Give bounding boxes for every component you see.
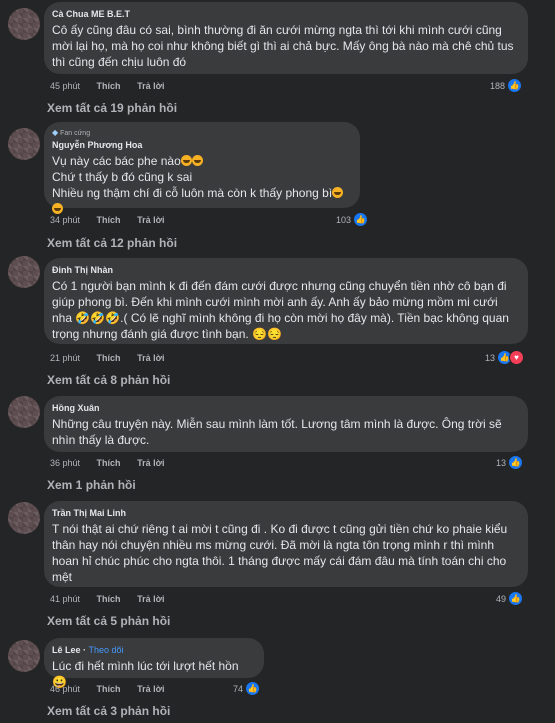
- comment-time[interactable]: 45 phút: [50, 81, 80, 91]
- comment-time[interactable]: 21 phút: [50, 353, 80, 363]
- view-replies-link[interactable]: Xem tất cả 8 phản hồi: [47, 372, 170, 388]
- laughing-emoji-icon: [332, 187, 344, 198]
- laughing-emoji-icon: [52, 203, 63, 214]
- like-button[interactable]: Thích: [97, 215, 121, 225]
- like-reaction-icon: 👍: [353, 212, 369, 227]
- comment-meta: 46 phút Thích Trả lời: [50, 683, 178, 695]
- like-button[interactable]: Thích: [97, 81, 121, 91]
- commenter-name[interactable]: Hồng Xuân: [52, 402, 516, 414]
- reply-button[interactable]: Trả lời: [137, 215, 164, 225]
- comment-meta: 21 phút Thích Trả lời: [50, 352, 178, 364]
- comment-text: Những câu truyện này. Miễn sau mình làm …: [52, 417, 502, 447]
- commenter-name[interactable]: Trần Thị Mai Linh: [52, 507, 516, 519]
- comment-bubble: Hồng Xuân Những câu truyện này. Miễn sau…: [44, 396, 528, 452]
- comment-time[interactable]: 41 phút: [50, 594, 80, 604]
- comment-time[interactable]: 34 phút: [50, 215, 80, 225]
- reaction-count[interactable]: 13 👍 ♥: [485, 350, 525, 365]
- reply-button[interactable]: Trả lời: [137, 353, 164, 363]
- reply-button[interactable]: Trả lời: [137, 81, 164, 91]
- reaction-count[interactable]: 13 👍: [496, 455, 524, 470]
- comment-meta: 36 phút Thích Trả lời: [50, 457, 178, 469]
- comment-meta: 41 phút Thích Trả lời: [50, 593, 178, 605]
- comment-bubble: Cà Chua ME B.E.T Cô ấy cũng đâu có sai, …: [44, 2, 528, 74]
- diamond-icon: ◆: [52, 128, 59, 137]
- avatar[interactable]: [8, 640, 40, 672]
- comment-meta: 45 phút Thích Trả lời: [50, 80, 178, 92]
- fan-badge: ◆ Fan cứng: [52, 128, 91, 137]
- commenter-name[interactable]: Đinh Thị Nhàn: [52, 264, 516, 276]
- comment-text: T nói thật ai chứ riêng t ai mời t cũng …: [52, 522, 508, 584]
- view-replies-link[interactable]: Xem tất cả 19 phản hồi: [47, 100, 177, 116]
- avatar[interactable]: [8, 256, 40, 288]
- reaction-count[interactable]: 74 👍: [233, 681, 261, 696]
- comment-bubble: ◆ Fan cứng Nguyễn Phương Hoa Vụ này các …: [44, 122, 360, 214]
- comment-text: Vụ này các bác phe nào Chứ t thấy b đó c…: [52, 153, 348, 217]
- comment-time[interactable]: 46 phút: [50, 684, 80, 694]
- like-reaction-icon: 👍: [508, 591, 524, 606]
- reaction-count[interactable]: 103 👍: [336, 212, 369, 227]
- comment-bubble: Lê Lee · Theo dõi Lúc đi hết mình lúc tớ…: [44, 638, 264, 689]
- view-replies-link[interactable]: Xem tất cả 3 phản hồi: [47, 703, 170, 719]
- like-button[interactable]: Thích: [97, 353, 121, 363]
- like-reaction-icon: 👍: [507, 78, 523, 93]
- comment-text: Có 1 người bạn mình k đi đến đám cưới đư…: [52, 279, 509, 341]
- commenter-name: Lê Lee · Theo dõi: [52, 645, 124, 655]
- reply-button[interactable]: Trả lời: [137, 594, 164, 604]
- avatar[interactable]: [8, 502, 40, 534]
- reaction-count[interactable]: 188 👍: [490, 78, 523, 93]
- avatar[interactable]: [8, 128, 40, 160]
- comment-text: Cô ấy cũng đâu có sai, bình thường đi ăn…: [52, 23, 514, 69]
- like-reaction-icon: 👍: [245, 681, 261, 696]
- comment-bubble: Đinh Thị Nhàn Có 1 người bạn mình k đi đ…: [44, 258, 528, 344]
- like-button[interactable]: Thích: [97, 594, 121, 604]
- laughing-emoji-icon: [180, 155, 192, 166]
- commenter-name[interactable]: Nguyễn Phương Hoa: [52, 139, 348, 151]
- reply-button[interactable]: Trả lời: [137, 458, 164, 468]
- avatar[interactable]: [8, 396, 40, 428]
- comment-meta: 34 phút Thích Trả lời: [50, 214, 178, 226]
- view-replies-link[interactable]: Xem tất cả 12 phản hồi: [47, 235, 177, 251]
- commenter-name[interactable]: Cà Chua ME B.E.T: [52, 8, 516, 20]
- like-button[interactable]: Thích: [97, 458, 121, 468]
- reply-button[interactable]: Trả lời: [137, 684, 164, 694]
- reaction-count[interactable]: 49 👍: [496, 591, 524, 606]
- comment-bubble: Trần Thị Mai Linh T nói thật ai chứ riên…: [44, 501, 528, 587]
- like-button[interactable]: Thích: [97, 684, 121, 694]
- love-reaction-icon: ♥: [509, 350, 525, 365]
- avatar[interactable]: [8, 8, 40, 40]
- comment-time[interactable]: 36 phút: [50, 458, 80, 468]
- view-replies-link[interactable]: Xem tất cả 5 phản hồi: [47, 613, 170, 629]
- laughing-emoji-icon: [191, 155, 203, 166]
- view-replies-link[interactable]: Xem 1 phản hồi: [47, 477, 136, 493]
- like-reaction-icon: 👍: [508, 455, 524, 470]
- follow-button[interactable]: Theo dõi: [89, 645, 124, 655]
